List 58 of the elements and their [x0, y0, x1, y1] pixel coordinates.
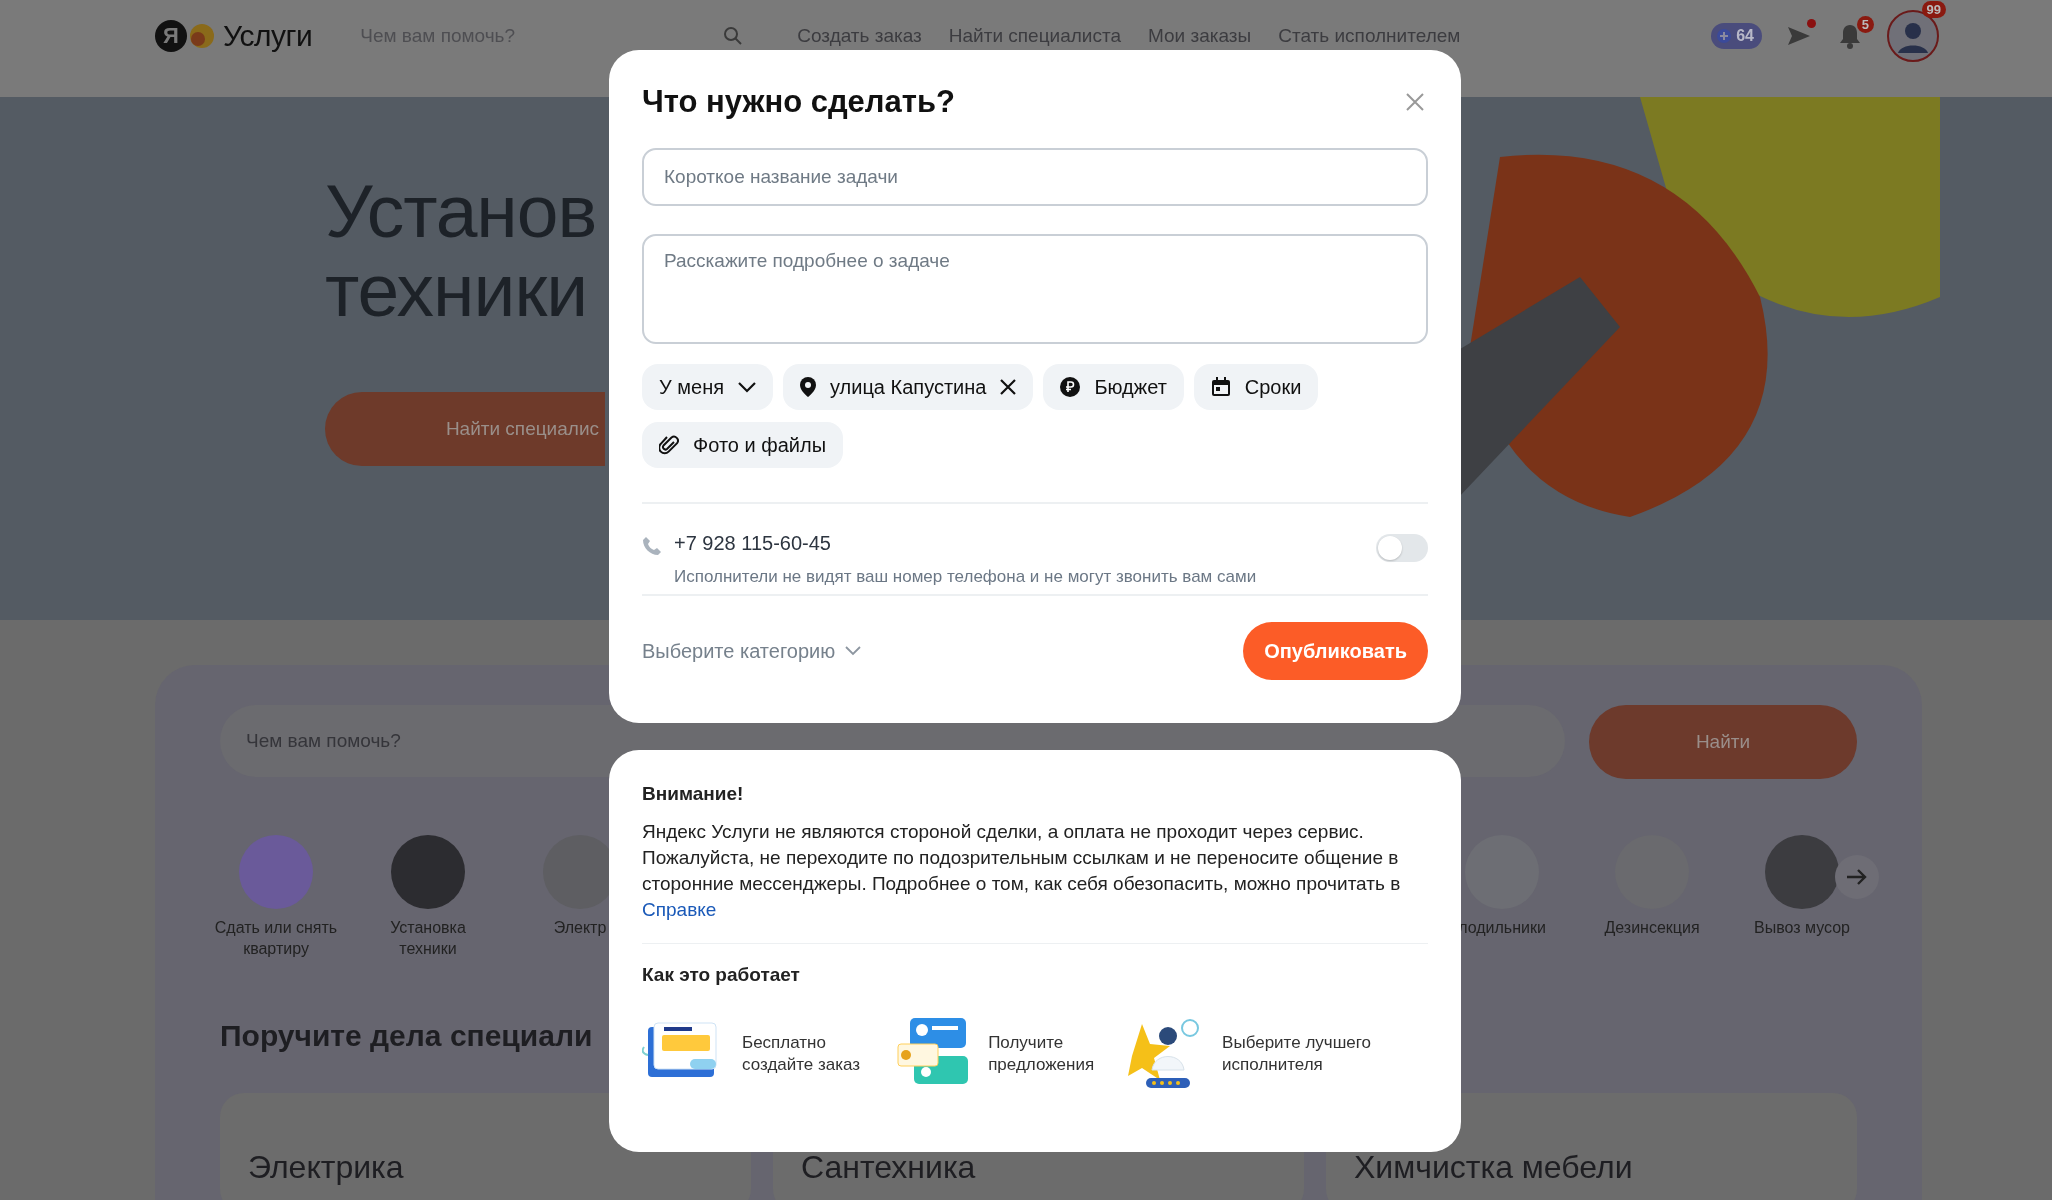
step-text: Получите предложения [988, 1032, 1095, 1076]
plus-points-badge[interactable]: 64 [1711, 23, 1762, 49]
publish-button[interactable]: Опубликовать [1243, 622, 1428, 680]
plus-icon [1716, 28, 1733, 44]
option-chip[interactable]: Фото и файлы [642, 422, 844, 468]
phone-privacy-note: Исполнители не видят ваш номер телефона и не могут звонить вам сами [674, 567, 1258, 587]
dialog-title: Что нужно сделать? [642, 84, 955, 120]
nav-link[interactable]: Найти специалиста [948, 25, 1121, 47]
search-icon [723, 26, 744, 46]
notice-title: Внимание! [642, 782, 745, 805]
nav-link[interactable]: Мои заказы [1148, 25, 1252, 47]
task-description-field[interactable]: Расскажите подробнее о задаче [642, 234, 1428, 344]
location-pin-icon [800, 377, 816, 397]
remove-icon[interactable] [1000, 379, 1017, 395]
help-link[interactable]: Справке [642, 899, 717, 920]
chevron-down-icon [845, 646, 862, 656]
category-label[interactable]: Установка техники [390, 917, 466, 959]
phone-number: +7 928 115-60-45 [674, 532, 832, 555]
points-count: 64 [1736, 27, 1754, 45]
step-text: Выберите лучшего исполнителя [1222, 1032, 1372, 1076]
task-name-field[interactable]: Короткое название задачи [642, 148, 1428, 206]
logo-circle-icon [189, 23, 215, 49]
notice-text: Яндекс Услуги не являются стороной сделки, а оплата не проходит через сервис. Пожалуйста, не переходите по подозрительным ссылкам и не переносите общение в сторонние мессенджеры. Подробнее о том, как себя обезопасить, можно прочитать в Справке [642, 820, 1402, 922]
logo-text[interactable]: Услуги [223, 19, 313, 53]
category-label[interactable]: лодильники [1458, 917, 1546, 938]
ruble-coin-icon [1060, 377, 1081, 397]
category-label[interactable]: Дезинсекция [1604, 917, 1700, 938]
category-dropdown[interactable]: Выберите категорию [642, 639, 862, 663]
phone-icon [642, 536, 662, 556]
notification-count: 5 [1856, 16, 1874, 33]
category-label[interactable]: Вывоз мусор [1754, 917, 1850, 938]
option-chip[interactable]: улица Капустина [783, 364, 1034, 410]
nav-link[interactable]: Стать исполнителем [1278, 25, 1461, 47]
option-chip[interactable]: Бюджет [1043, 364, 1184, 410]
paperclip-icon [659, 434, 679, 456]
bell-icon[interactable] [1838, 22, 1862, 50]
category-label[interactable]: Сдать или снять квартиру [214, 917, 338, 959]
find-button[interactable]: Найти [1589, 705, 1857, 779]
chevron-down-icon [738, 381, 756, 393]
logo-mark[interactable]: Я [155, 20, 187, 52]
how-it-works-title: Как это работает [642, 963, 801, 986]
next-button[interactable] [1835, 855, 1879, 899]
option-chip[interactable]: Сроки [1193, 364, 1319, 410]
close-icon[interactable] [1406, 93, 1424, 111]
avatar-badge: 99 [1921, 1, 1946, 18]
section-heading: Поручите дела специали [220, 1019, 593, 1053]
category-label[interactable]: Электр [553, 917, 607, 938]
calendar-icon [1210, 377, 1231, 397]
card-title: Химчистка мебели [1354, 1149, 1634, 1185]
option-chip[interactable]: У меня [642, 364, 773, 410]
card-title: Сантехника [801, 1149, 977, 1185]
step-text: Бесплатно создайте заказ [742, 1032, 861, 1076]
phone-visibility-toggle[interactable] [1376, 534, 1428, 562]
hero-title: Установ техники [325, 172, 598, 330]
nav-link[interactable]: Создать заказ [797, 25, 922, 47]
card-title: Электрика [248, 1149, 405, 1185]
arrow-right-icon [1846, 868, 1868, 886]
find-specialist-button[interactable]: Найти специалис [325, 391, 605, 466]
